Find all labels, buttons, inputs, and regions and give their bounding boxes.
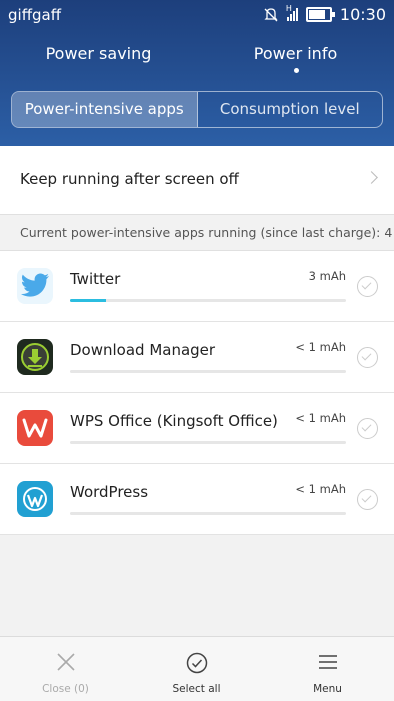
app-usage: < 1 mAh bbox=[295, 411, 346, 425]
active-tab-indicator bbox=[293, 68, 299, 73]
list-item[interactable]: Twitter 3 mAh bbox=[0, 251, 394, 322]
menu-button[interactable]: Menu bbox=[262, 637, 393, 701]
usage-bar-fill bbox=[70, 299, 106, 302]
network-type: H bbox=[285, 4, 292, 13]
select-checkbox[interactable] bbox=[357, 347, 378, 368]
list-item[interactable]: Download Manager < 1 mAh bbox=[0, 322, 394, 393]
menu-icon bbox=[318, 655, 337, 669]
apps-running-header: Current power-intensive apps running (si… bbox=[0, 215, 394, 251]
segment-power-intensive-apps[interactable]: Power-intensive apps bbox=[12, 92, 198, 127]
app-name: WPS Office (Kingsoft Office) bbox=[70, 412, 278, 430]
tab-power-saving[interactable]: Power saving bbox=[0, 44, 197, 63]
select-all-label: Select all bbox=[172, 683, 221, 695]
select-checkbox[interactable] bbox=[357, 418, 378, 439]
twitter-icon bbox=[17, 268, 53, 304]
status-icons: H 10:30 bbox=[263, 4, 386, 24]
tab-power-info-label: Power info bbox=[253, 44, 338, 63]
app-name: Twitter bbox=[70, 270, 121, 288]
select-all-icon bbox=[186, 652, 207, 674]
select-checkbox[interactable] bbox=[357, 276, 378, 297]
select-all-button[interactable]: Select all bbox=[131, 637, 262, 701]
header: giffgaff H 10:30 Power saving Power info… bbox=[0, 0, 394, 146]
clock: 10:30 bbox=[339, 5, 386, 24]
usage-bar bbox=[70, 299, 346, 302]
app-usage: < 1 mAh bbox=[295, 340, 346, 354]
usage-bar bbox=[70, 512, 346, 515]
tab-bar: Power saving Power info bbox=[0, 44, 394, 84]
list-item[interactable]: WordPress < 1 mAh bbox=[0, 464, 394, 535]
bottom-toolbar: Close (0) Select all Menu bbox=[0, 636, 394, 701]
close-button-label: Close (0) bbox=[42, 683, 89, 695]
close-button[interactable]: Close (0) bbox=[0, 637, 131, 701]
app-name: Download Manager bbox=[70, 341, 216, 359]
usage-bar bbox=[70, 441, 346, 444]
tab-power-info[interactable]: Power info bbox=[197, 44, 394, 73]
carrier-label: giffgaff bbox=[8, 6, 62, 24]
app-usage: 3 mAh bbox=[308, 269, 346, 283]
wordpress-icon bbox=[17, 481, 53, 517]
list-item[interactable]: WPS Office (Kingsoft Office) < 1 mAh bbox=[0, 393, 394, 464]
close-icon bbox=[56, 653, 75, 671]
app-usage: < 1 mAh bbox=[295, 482, 346, 496]
battery-icon bbox=[305, 7, 335, 22]
chevron-right-icon bbox=[365, 171, 378, 184]
keep-running-label: Keep running after screen off bbox=[20, 170, 239, 188]
select-checkbox[interactable] bbox=[357, 489, 378, 510]
mute-icon bbox=[264, 7, 278, 21]
segment-consumption-level[interactable]: Consumption level bbox=[198, 92, 383, 127]
signal-icon: H bbox=[286, 4, 298, 21]
app-list: Twitter 3 mAh Download Manager < 1 mAh W… bbox=[0, 251, 394, 535]
status-bar: giffgaff H 10:30 bbox=[0, 0, 394, 30]
segment-control: Power-intensive apps Consumption level bbox=[11, 91, 383, 128]
usage-bar bbox=[70, 370, 346, 373]
app-name: WordPress bbox=[70, 483, 149, 501]
download-icon bbox=[17, 339, 53, 375]
menu-label: Menu bbox=[313, 683, 342, 695]
wps-office-icon bbox=[17, 410, 53, 446]
keep-running-row[interactable]: Keep running after screen off bbox=[0, 146, 394, 215]
